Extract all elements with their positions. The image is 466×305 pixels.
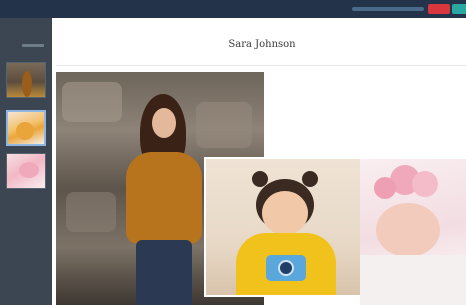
child-thumb-figure — [16, 122, 34, 140]
user-menu[interactable] — [352, 7, 424, 11]
text-box[interactable] — [270, 86, 418, 95]
page-thumbnail-1[interactable] — [6, 62, 46, 98]
danger-button[interactable] — [428, 4, 450, 14]
page-title[interactable]: Sara Johnson — [202, 39, 322, 50]
baby-photo[interactable] — [360, 159, 466, 305]
portrait-sweater — [126, 152, 202, 244]
baby-thumb-figure — [19, 162, 39, 178]
child-hair-bun — [302, 171, 318, 187]
portrait-face — [152, 108, 176, 138]
title-divider — [56, 65, 466, 66]
app-toolbar — [0, 0, 466, 18]
sidebar-sublabel — [22, 44, 44, 47]
baby-face — [376, 203, 440, 257]
background-stone — [62, 82, 122, 122]
child-face — [262, 191, 308, 235]
accent-button[interactable] — [452, 4, 466, 14]
page-canvas: Sara Johnson — [52, 18, 466, 305]
portrait-thumb-figure — [22, 71, 32, 97]
background-stone — [196, 102, 252, 148]
page-thumbnail-3[interactable] — [6, 153, 46, 189]
page-thumbnail-2[interactable] — [6, 110, 46, 146]
camera-lens — [278, 260, 294, 276]
flower-headband — [412, 171, 438, 197]
child-photo[interactable] — [204, 157, 362, 297]
portrait-jeans — [136, 240, 192, 305]
baby-blanket — [360, 255, 466, 305]
background-stone — [66, 192, 116, 232]
flower-headband — [374, 177, 396, 199]
pages-sidebar — [0, 18, 52, 305]
